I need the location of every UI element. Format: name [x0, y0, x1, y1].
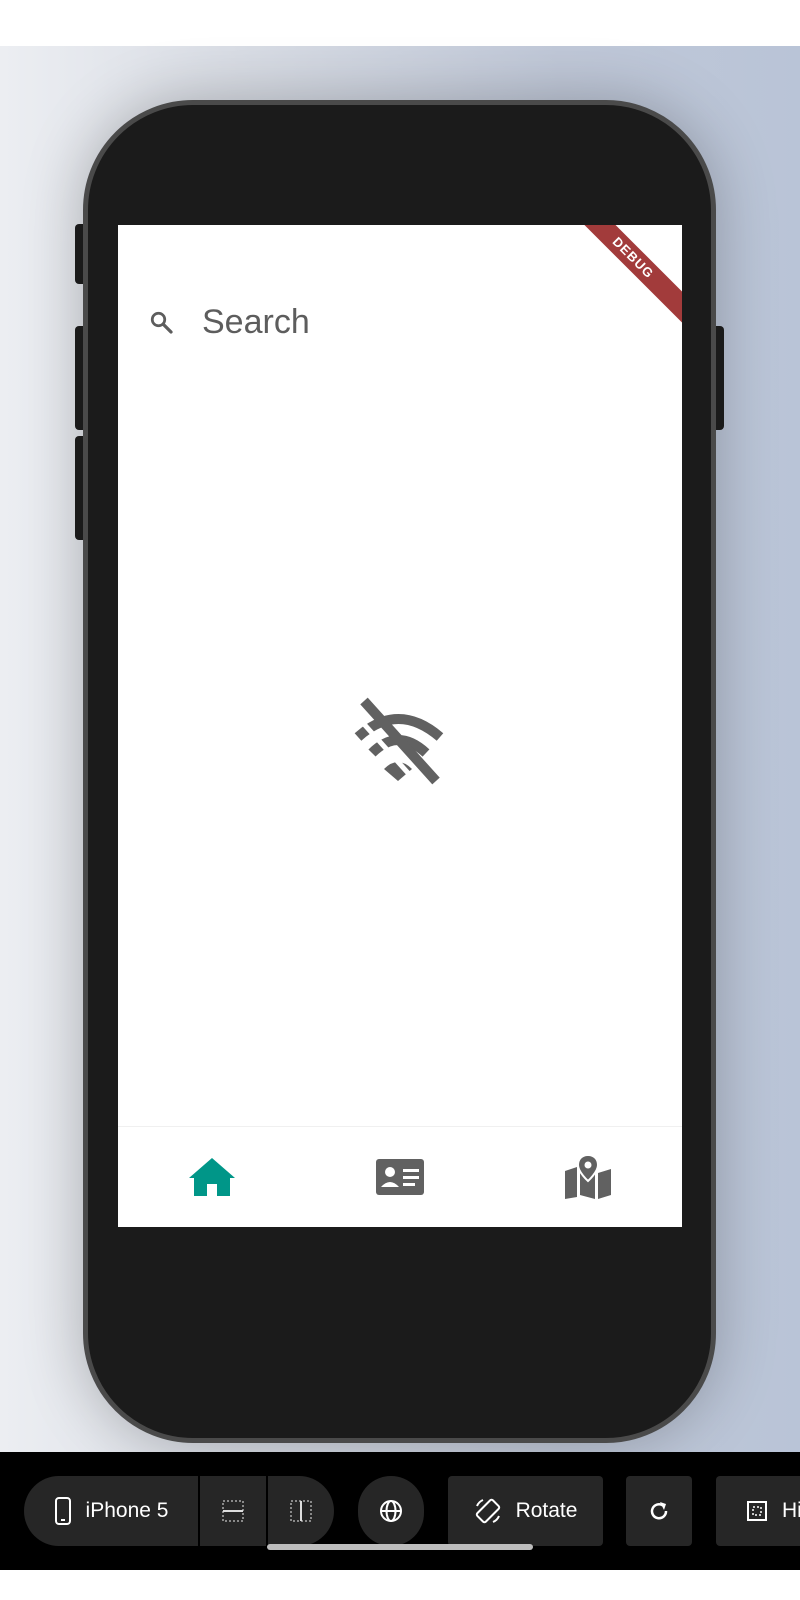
nav-map[interactable] [558, 1147, 618, 1207]
refresh-button[interactable] [626, 1476, 692, 1546]
hide-button[interactable]: Hi [716, 1476, 800, 1546]
search-placeholder: Search [202, 302, 310, 341]
debug-banner: DEBUG [558, 225, 682, 333]
search-field[interactable]: Search [146, 297, 310, 347]
map-icon [565, 1155, 611, 1199]
refresh-icon [650, 1502, 668, 1520]
bottom-navigation [118, 1126, 682, 1227]
device-name: iPhone 5 [85, 1499, 169, 1522]
vertical-guides-button[interactable] [268, 1476, 334, 1546]
app-screen: DEBUG Search [118, 225, 682, 1227]
nav-contacts[interactable] [370, 1147, 430, 1207]
phone-icon [54, 1497, 71, 1525]
contact-card-icon [376, 1159, 424, 1195]
wifi-off-icon [352, 697, 444, 785]
device-toolbar: iPhone 5 Rotate Hi [0, 1452, 800, 1570]
hide-label: Hi [782, 1499, 800, 1522]
home-icon [189, 1158, 235, 1196]
home-indicator [267, 1544, 533, 1550]
rotate-icon [475, 1498, 500, 1524]
vertical-guides-icon [290, 1500, 312, 1522]
horizontal-guides-button[interactable] [200, 1476, 266, 1546]
search-icon [150, 311, 173, 334]
device-selector-button[interactable]: iPhone 5 [24, 1476, 198, 1546]
hide-icon [747, 1501, 767, 1521]
rotate-label: Rotate [515, 1499, 578, 1522]
rotate-button[interactable]: Rotate [448, 1476, 603, 1546]
locale-button[interactable] [358, 1476, 424, 1546]
horizontal-guides-icon [222, 1500, 244, 1522]
nav-home[interactable] [182, 1147, 242, 1207]
globe-icon [380, 1500, 402, 1522]
